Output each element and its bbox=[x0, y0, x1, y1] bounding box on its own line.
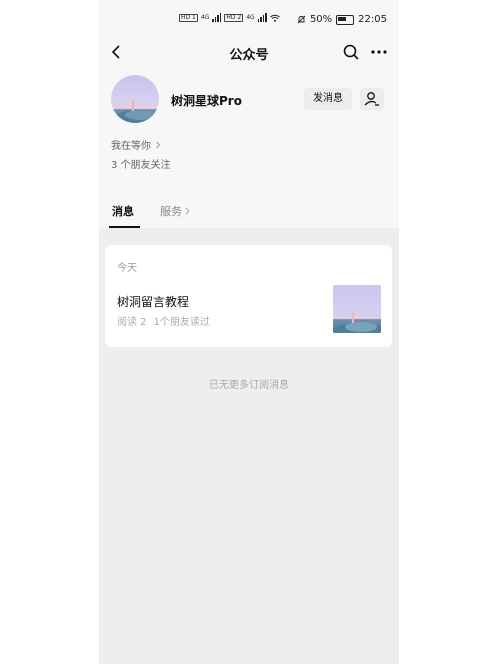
article-meta: 阅读 2 1个朋友读过 bbox=[117, 313, 210, 328]
avatar-image bbox=[113, 100, 159, 123]
tab-services-label: 服务 bbox=[160, 205, 182, 218]
article-card[interactable]: 今天 树洞留言教程 阅读 2 1个朋友读过 bbox=[105, 245, 392, 347]
status-left: HD 1 4G HD 2 4G bbox=[179, 13, 280, 22]
contact-button[interactable] bbox=[360, 88, 384, 110]
waiting-link[interactable]: 我在等你 bbox=[111, 137, 161, 152]
date-label: 今天 bbox=[117, 263, 137, 274]
followers-count: 3 个朋友关注 bbox=[111, 160, 171, 171]
network2-label: 4G bbox=[246, 14, 255, 21]
more-icon[interactable] bbox=[369, 42, 389, 62]
thumbnail-image bbox=[333, 312, 381, 333]
tab-services[interactable]: 服务 bbox=[160, 203, 190, 219]
mute-icon bbox=[297, 15, 306, 24]
end-of-feed-note: 已无更多订阅消息 bbox=[209, 380, 289, 391]
wifi-icon bbox=[269, 14, 280, 22]
friends-read: 1个朋友读过 bbox=[153, 317, 210, 328]
battery-icon bbox=[336, 14, 355, 25]
account-profile: 树洞星球Pro 发消息 我在等你 3 个朋友关注 bbox=[99, 70, 399, 180]
tab-messages[interactable]: 消息 bbox=[112, 203, 134, 219]
chevron-right-icon bbox=[185, 207, 190, 215]
signal-icon bbox=[212, 13, 222, 22]
waiting-text: 我在等你 bbox=[111, 141, 151, 152]
account-name: 树洞星球Pro bbox=[171, 94, 242, 108]
avatar[interactable] bbox=[111, 75, 159, 123]
network1-label: 4G bbox=[200, 14, 210, 21]
chevron-right-icon bbox=[156, 141, 161, 148]
tab-bar: 消息 服务 bbox=[99, 196, 399, 228]
message-feed: 今天 树洞留言教程 阅读 2 1个朋友读过 已无更多订阅消息 bbox=[99, 228, 399, 664]
nav-bar: 公众号 bbox=[99, 36, 399, 68]
send-message-button[interactable]: 发消息 bbox=[304, 88, 352, 110]
search-icon[interactable] bbox=[341, 42, 361, 62]
status-right: 50% 22:05 bbox=[297, 14, 387, 25]
signal-icon bbox=[257, 13, 267, 22]
sim1-tag: HD 1 bbox=[179, 13, 198, 22]
person-icon bbox=[364, 92, 379, 106]
battery-percent: 50% bbox=[309, 14, 333, 25]
article-title[interactable]: 树洞留言教程 bbox=[117, 293, 189, 310]
clock: 22:05 bbox=[358, 14, 387, 25]
sim2-tag: HD 2 bbox=[224, 13, 244, 22]
article-thumbnail[interactable] bbox=[333, 285, 381, 333]
phone-screen: HD 1 4G HD 2 4G 50% 22:05 公众号 树洞星球Pro 发消… bbox=[99, 0, 399, 664]
read-count: 阅读 2 bbox=[117, 317, 147, 328]
status-bar: HD 1 4G HD 2 4G 50% 22:05 bbox=[99, 0, 399, 40]
